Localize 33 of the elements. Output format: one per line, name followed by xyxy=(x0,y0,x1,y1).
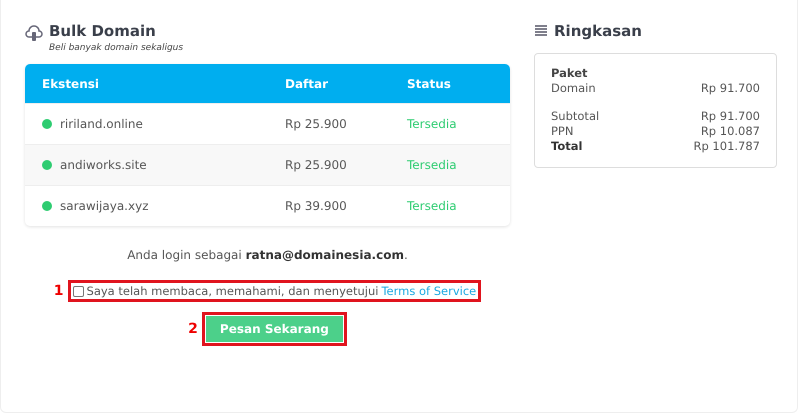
login-notice: Anda login sebagai ratna@domainesia.com. xyxy=(126,248,409,262)
summary-title: Ringkasan xyxy=(554,22,642,40)
domain-name: andiworks.site xyxy=(60,158,147,172)
domain-name: ririland.online xyxy=(60,117,143,131)
status-cell: Tersedia xyxy=(407,117,457,131)
summary-value: Rp 101.787 xyxy=(693,139,760,153)
section-title: Bulk Domain xyxy=(49,22,157,40)
column-header: Status xyxy=(407,76,451,90)
column-header: Ekstensi xyxy=(41,76,100,90)
summary-label: Total xyxy=(551,139,582,153)
list-icon xyxy=(534,25,548,37)
summary-value: Rp 91.700 xyxy=(700,109,760,123)
column-header: Daftar xyxy=(285,76,330,90)
summary-value: Rp 91.700 xyxy=(700,81,760,95)
status-cell: Tersedia xyxy=(407,158,457,172)
summary-label: Domain xyxy=(551,81,596,95)
summary-label: Subtotal xyxy=(551,109,600,123)
checkbox[interactable] xyxy=(72,286,84,296)
section-label: Paket xyxy=(551,66,589,80)
terms-link[interactable]: Terms of Service xyxy=(381,284,476,298)
domain-name: sarawijaya.xyz xyxy=(60,199,148,213)
annotation-number: 2 xyxy=(188,321,198,337)
cloud-icon xyxy=(25,25,43,43)
price-cell-text: Rp 25.900 xyxy=(285,158,348,172)
summary-value: Rp 10.087 xyxy=(700,124,760,138)
order-button[interactable]: Pesan Sekarang xyxy=(206,316,343,342)
price-cell-text: Rp 39.900 xyxy=(285,199,348,213)
annotation-number: 1 xyxy=(54,283,64,299)
price-cell-text: Rp 25.900 xyxy=(285,117,348,131)
agreement-text: Saya telah membaca, memahami, dan menyetujui xyxy=(86,284,378,298)
summary-label: PPN xyxy=(551,124,574,138)
section-subtitle: Beli banyak domain sekaligus xyxy=(49,43,184,53)
status-cell: Tersedia xyxy=(407,199,457,213)
